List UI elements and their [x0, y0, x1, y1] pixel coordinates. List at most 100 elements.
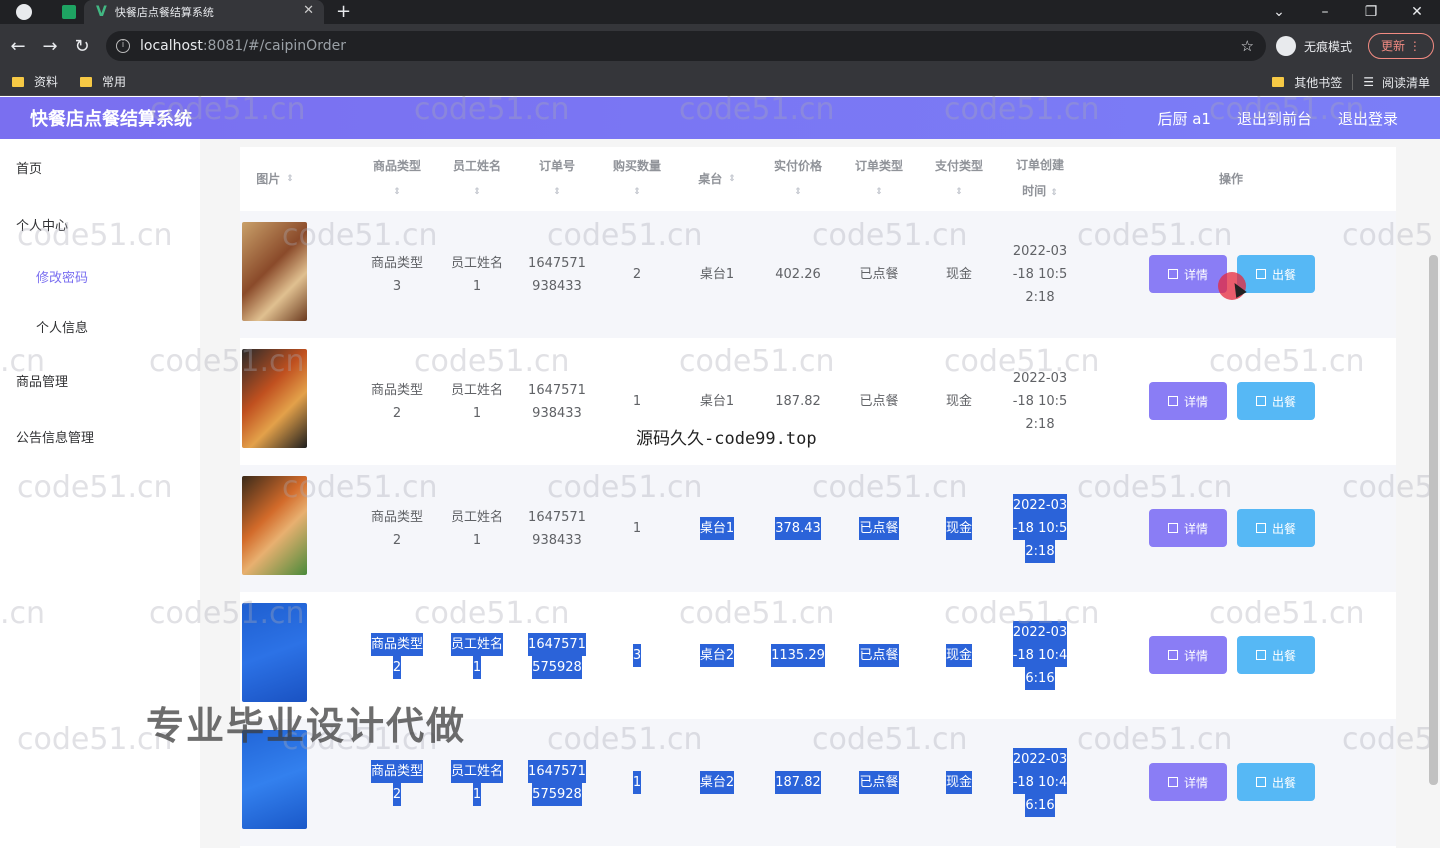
- serve-button[interactable]: 出餐: [1237, 763, 1315, 801]
- cell-text: 员工姓名: [450, 382, 503, 398]
- sidebar-item-personal-center[interactable]: 个人中心: [16, 215, 68, 234]
- incognito-indicator[interactable]: 无痕模式: [1276, 36, 1352, 56]
- cell-text: 现金: [945, 394, 972, 409]
- detail-button[interactable]: 详情: [1149, 382, 1227, 420]
- cell-no: 1647571 938433: [517, 211, 597, 338]
- cell-no: 1647571 575928: [517, 719, 597, 846]
- sidebar-item-goods[interactable]: 商品管理: [16, 371, 68, 390]
- cell-text: 2022-03: [1012, 621, 1068, 644]
- sort-icon[interactable]: ⇕: [633, 179, 641, 205]
- cell-qty: 2: [597, 211, 677, 338]
- cell-no: 1647571 938433: [517, 338, 597, 465]
- cell-text: -18 10:5: [1012, 394, 1068, 409]
- url-input[interactable]: i localhost:8081/#/caipinOrder ☆: [106, 31, 1266, 61]
- table-row: 商品类型 2 员工姓名 1 1647571 938433 1 桌台1 187.82 已点餐 现金 20…: [240, 338, 1396, 465]
- info-icon[interactable]: i: [116, 39, 130, 53]
- sort-icon[interactable]: ⇕: [728, 166, 736, 192]
- detail-label: 详情: [1183, 648, 1208, 663]
- sort-icon[interactable]: ⇕: [875, 179, 883, 205]
- document-icon: [1167, 777, 1178, 787]
- cell-text: 1: [632, 394, 642, 409]
- th-table[interactable]: 桌台 ⇕: [677, 147, 757, 211]
- th-staff[interactable]: 员工姓名 ⇕: [437, 147, 517, 211]
- serve-button[interactable]: 出餐: [1237, 382, 1315, 420]
- sidebar-item-notice[interactable]: 公告信息管理: [16, 427, 94, 446]
- bookmark-folder[interactable]: 资料: [12, 73, 58, 90]
- th-qty[interactable]: 购买数量 ⇕: [597, 147, 677, 211]
- cell-otype: 已点餐: [839, 719, 919, 846]
- sheet-tab-icon[interactable]: [62, 5, 76, 19]
- cell-text: 1647571: [528, 632, 586, 656]
- restore-icon[interactable]: ❐: [1348, 0, 1394, 24]
- book-icon: [1255, 650, 1266, 660]
- detail-button[interactable]: 详情: [1149, 255, 1227, 293]
- folder-icon: [80, 76, 93, 87]
- close-window-icon[interactable]: ✕: [1394, 0, 1440, 24]
- sort-icon[interactable]: ⇕: [1050, 188, 1058, 198]
- back-icon[interactable]: ←: [2, 36, 34, 57]
- forward-icon[interactable]: →: [34, 36, 66, 57]
- cell-type: 商品类型 2: [357, 465, 437, 592]
- detail-button[interactable]: 详情: [1149, 763, 1227, 801]
- cell-text: 桌台1: [699, 394, 735, 409]
- bookmark-folder[interactable]: 常用: [80, 73, 126, 90]
- dish-image: [242, 603, 307, 702]
- banner-overlay-text: 专业毕业设计代做: [146, 704, 467, 748]
- serve-button[interactable]: 出餐: [1237, 255, 1315, 293]
- cell-text: -18 10:4: [1012, 644, 1068, 667]
- book-icon: [1255, 777, 1266, 787]
- th-type[interactable]: 商品类型 ⇕: [357, 147, 437, 211]
- th-order-no[interactable]: 订单号 ⇕: [517, 147, 597, 211]
- sidebar-item-home[interactable]: 首页: [16, 158, 42, 177]
- cell-type: 商品类型 2: [357, 338, 437, 465]
- close-tab-icon[interactable]: ✕: [303, 3, 314, 18]
- logout-link[interactable]: 退出登录: [1338, 108, 1398, 129]
- detail-button[interactable]: 详情: [1149, 509, 1227, 547]
- detail-button[interactable]: 详情: [1149, 636, 1227, 674]
- app-header: 快餐店点餐结算系统 后厨 a1 退出到前台 退出登录: [0, 97, 1440, 139]
- cell-qty: 1: [597, 465, 677, 592]
- cell-ptype: 现金: [919, 211, 999, 338]
- other-bookmarks[interactable]: 其他书签: [1294, 74, 1342, 91]
- globe-icon[interactable]: [16, 4, 32, 20]
- new-tab-icon[interactable]: +: [336, 0, 351, 24]
- minimize-icon[interactable]: –: [1302, 0, 1348, 24]
- page-scrollbar[interactable]: [1429, 255, 1438, 785]
- front-link[interactable]: 退出到前台: [1237, 108, 1312, 129]
- chevron-down-icon[interactable]: ⌄: [1256, 0, 1302, 24]
- sort-icon[interactable]: ⇕: [286, 166, 294, 192]
- cell-price: 187.82: [757, 719, 839, 846]
- cell-time: 2022-03 -18 10:5 2:18: [999, 338, 1081, 465]
- sort-icon[interactable]: ⇕: [955, 179, 963, 205]
- sort-icon[interactable]: ⇕: [393, 179, 401, 205]
- sort-icon[interactable]: ⇕: [553, 179, 561, 205]
- cell-text: 1: [472, 278, 482, 294]
- dish-image: [242, 476, 307, 575]
- window-controls: ⌄ – ❐ ✕: [1256, 0, 1440, 24]
- vue-logo-icon: V: [96, 4, 107, 20]
- cell-ptype: 现金: [919, 592, 999, 719]
- cell-text: 2022-03: [1012, 244, 1068, 259]
- reload-icon[interactable]: ↻: [66, 36, 98, 57]
- update-button[interactable]: 更新 ⋮: [1368, 33, 1434, 59]
- reading-list[interactable]: 阅读清单: [1382, 74, 1430, 91]
- sort-icon[interactable]: ⇕: [473, 179, 481, 205]
- th-order-type[interactable]: 订单类型 ⇕: [839, 147, 919, 211]
- th-label: 购买数量: [612, 159, 661, 173]
- th-pic[interactable]: 图片 ⇕: [240, 147, 310, 211]
- sidebar-item-change-password[interactable]: 修改密码: [36, 267, 88, 286]
- active-tab[interactable]: V 快餐店点餐结算系统 ✕: [84, 0, 324, 24]
- cell-text: 2:18: [1025, 540, 1055, 563]
- cell-text: 1: [472, 782, 482, 806]
- sidebar-item-personal-info[interactable]: 个人信息: [36, 317, 88, 336]
- star-icon[interactable]: ☆: [1241, 37, 1254, 55]
- th-created[interactable]: 订单创建 时间 ⇕: [999, 147, 1081, 211]
- th-price[interactable]: 实付价格 ⇕: [757, 147, 839, 211]
- cell-text: 1: [632, 771, 642, 794]
- cell-table: 桌台2: [677, 719, 757, 846]
- serve-button[interactable]: 出餐: [1237, 636, 1315, 674]
- serve-button[interactable]: 出餐: [1237, 509, 1315, 547]
- th-pay-type[interactable]: 支付类型 ⇕: [919, 147, 999, 211]
- sort-icon[interactable]: ⇕: [794, 179, 802, 205]
- cell-text: 1: [472, 405, 482, 421]
